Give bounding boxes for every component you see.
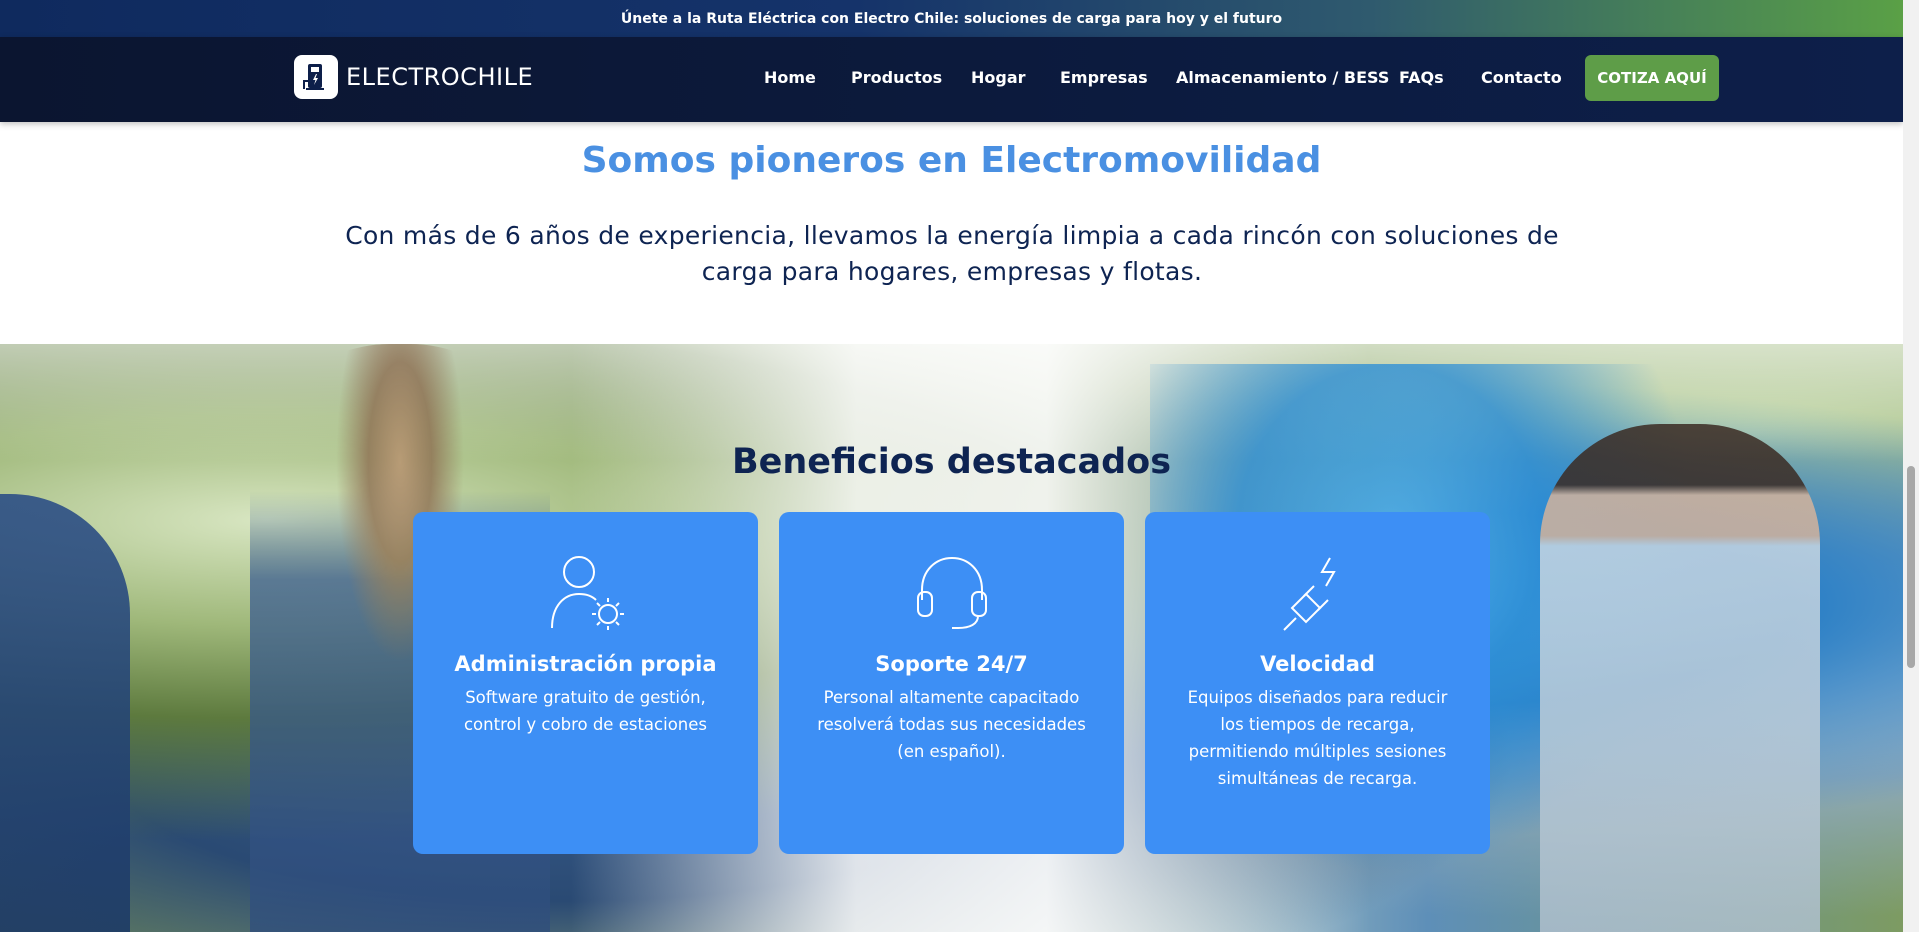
main-navbar: ELECTROCHILE Home Productos Hogar Empres… [0,37,1903,122]
intro-title: Somos pioneros en Electromovilidad [581,140,1322,181]
benefit-title: Administración propia [454,652,717,676]
announcement-bar: Únete a la Ruta Eléctrica con Electro Ch… [0,0,1903,37]
benefit-card-velocidad: Velocidad Equipos diseñados para reducir… [1145,512,1490,854]
nav-item-empresas[interactable]: Empresas [1060,68,1148,87]
benefit-card-soporte: Soporte 24/7 Personal altamente capacita… [779,512,1124,854]
scrollbar-thumb[interactable] [1907,466,1915,668]
nav-item-hogar[interactable]: Hogar [971,68,1026,87]
benefit-text: Software gratuito de gestión, control y … [463,688,707,734]
announcement-text: Únete a la Ruta Eléctrica con Electro Ch… [620,10,1283,27]
headset-icon [779,552,1124,632]
user-gear-icon [413,552,758,632]
nav-item-home[interactable]: Home [764,68,816,87]
nav-item-faqs[interactable]: FAQs [1399,68,1444,87]
nav-item-almacenamiento[interactable]: Almacenamiento / BESS [1176,68,1389,87]
intro-text: Con más de 6 años de experiencia, llevam… [345,221,1559,286]
benefit-card-administracion: Administración propia Software gratuito … [413,512,758,854]
page-scrollbar[interactable] [1903,0,1919,932]
quote-button[interactable]: COTIZA AQUÍ [1585,55,1719,101]
benefit-text: Personal altamente capacitado resolverá … [817,688,1086,761]
nav-item-contacto[interactable]: Contacto [1481,68,1562,87]
plug-lightning-icon [1145,552,1490,632]
benefits-title: Beneficios destacados [731,442,1172,482]
hero-car-left-image [0,494,130,932]
benefit-title: Soporte 24/7 [875,652,1028,676]
benefit-text: Equipos diseñados para reducir los tiemp… [1187,688,1448,788]
benefit-title: Velocidad [1260,652,1375,676]
hero-woman-image [1540,424,1820,932]
nav-item-productos[interactable]: Productos [851,68,942,87]
